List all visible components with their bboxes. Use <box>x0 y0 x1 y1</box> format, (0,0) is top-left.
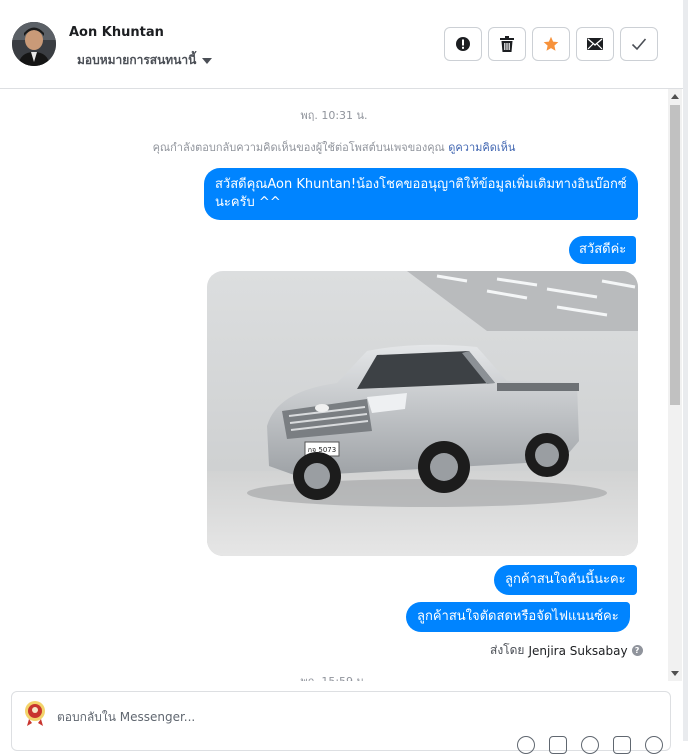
thread-scrollbar[interactable] <box>668 89 682 681</box>
timestamp: พฤ. 15:59 น. <box>0 672 668 681</box>
conversation-header: Aon Khuntan มอบหมายการสนทนานี้ <box>0 0 688 89</box>
message-bubble: ลูกค้าสนใจคันนี้นะคะ <box>494 565 637 595</box>
attachment-icon[interactable] <box>517 736 535 754</box>
composer-tools <box>517 736 663 754</box>
message-bubble: สวัสดีคุณAon Khuntan!น้องโชคขออนุญาติให้… <box>204 168 638 220</box>
message-bubble: ลูกค้าสนใจตัดสดหรือจัดไฟแนนซ์คะ <box>406 602 630 632</box>
sent-by-info: ส่งโดย Jenjira Suksabay ? <box>490 641 643 660</box>
mark-unread-button[interactable] <box>576 27 614 61</box>
message-thread: พฤ. 10:31 น. คุณกำลังตอบกลับความคิดเห็นข… <box>0 89 668 681</box>
envelope-icon <box>587 38 603 50</box>
mark-done-button[interactable] <box>620 27 658 61</box>
help-icon[interactable]: ? <box>631 645 643 656</box>
chevron-down-icon <box>202 58 213 64</box>
assign-conversation-dropdown[interactable]: มอบหมายการสนทนานี้ <box>77 51 213 70</box>
notice-text: คุณกำลังตอบกลับความคิดเห็นของผู้ใช้ต่อโพ… <box>152 141 445 154</box>
saved-reply-icon[interactable] <box>549 736 567 754</box>
view-comment-link[interactable]: ดูความคิดเห็น <box>448 141 515 154</box>
gif-icon[interactable] <box>613 736 631 754</box>
sender-name: Jenjira Suksabay <box>528 643 628 658</box>
car-photo-attachment[interactable]: กจ 5073 <box>207 271 638 556</box>
checkmark-icon <box>631 38 647 51</box>
action-toolbar <box>444 27 658 61</box>
scroll-up-arrow-icon[interactable] <box>671 94 679 99</box>
like-icon[interactable] <box>645 736 663 754</box>
comment-reply-notice: คุณกำลังตอบกลับความคิดเห็นของผู้ใช้ต่อโพ… <box>0 138 668 156</box>
mark-spam-button[interactable] <box>444 27 482 61</box>
trash-icon <box>500 36 514 52</box>
scroll-down-arrow-icon[interactable] <box>671 671 679 676</box>
timestamp: พฤ. 10:31 น. <box>300 109 368 122</box>
star-button[interactable] <box>532 27 570 61</box>
alert-icon <box>456 37 470 51</box>
user-avatar[interactable] <box>12 22 56 66</box>
message-bubble: สวัสดีค่ะ <box>569 236 637 264</box>
sent-by-label: ส่งโดย <box>490 643 525 657</box>
assign-label: มอบหมายการสนทนานี้ <box>77 53 197 67</box>
panel-edge <box>683 0 688 741</box>
page-avatar <box>22 700 48 726</box>
contact-name[interactable]: Aon Khuntan <box>69 25 164 40</box>
delete-button[interactable] <box>488 27 526 61</box>
reply-input[interactable]: ตอบกลับใน Messenger... <box>57 708 195 727</box>
scrollbar-thumb[interactable] <box>670 105 680 405</box>
emoji-icon[interactable] <box>581 736 599 754</box>
reply-composer[interactable]: ตอบกลับใน Messenger... <box>11 691 671 754</box>
star-icon <box>543 36 559 51</box>
